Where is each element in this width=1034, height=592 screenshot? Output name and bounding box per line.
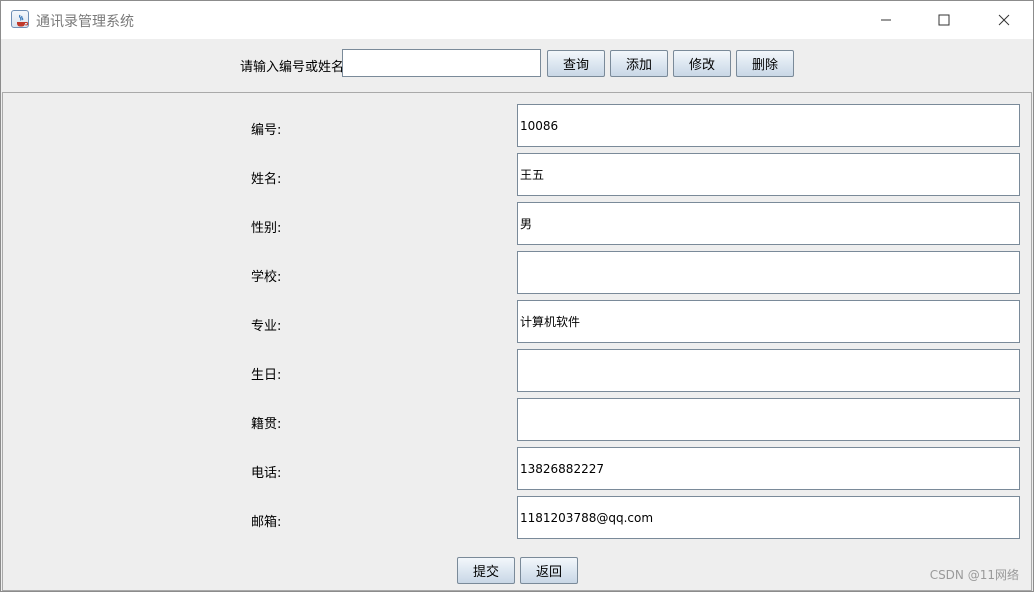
school-field[interactable] [517,251,1020,294]
email-label: 邮箱: [251,515,282,530]
add-button[interactable]: 添加 [610,50,668,77]
close-button[interactable] [981,1,1027,39]
maximize-icon [938,14,950,26]
query-button[interactable]: 查询 [547,50,605,77]
form-row-gender: 性别: [3,202,1033,246]
name-label: 姓名: [251,172,282,187]
email-field[interactable] [517,496,1020,539]
form-row-email: 邮箱: [3,496,1033,540]
form-row-birthday: 生日: [3,349,1033,393]
form-row-phone: 电话: [3,447,1033,491]
form-row-major: 专业: [3,300,1033,344]
back-button[interactable]: 返回 [520,557,578,584]
phone-label: 电话: [251,466,282,481]
search-toolbar: 请输入编号或姓名 查询 添加 修改 删除 [1,39,1033,91]
gender-label: 性别: [251,221,282,236]
form-row-school: 学校: [3,251,1033,295]
maximize-button[interactable] [921,1,967,39]
form-row-id: 编号: [3,104,1033,148]
search-label: 请输入编号或姓名 [240,60,345,75]
hometown-label: 籍贯: [251,417,282,432]
app-window: 通讯录管理系统 请输入编号或姓名 查询 添加 修改 删除 编号: 10086 姓… [0,0,1034,592]
minimize-button[interactable] [863,1,909,39]
java-app-icon [11,10,29,28]
edit-button[interactable]: 修改 [673,50,731,77]
phone-field[interactable] [517,447,1020,490]
id-label: 编号: [251,123,282,138]
contact-form-panel: 编号: 姓名: 性别: 学校: 专业: 生日: 籍贯: 电话: [2,92,1032,591]
birthday-field[interactable] [517,349,1020,392]
form-row-hometown: 籍贯: [3,398,1033,442]
major-field[interactable] [517,300,1020,343]
window-title: 通讯录管理系统 [36,14,134,30]
hometown-field[interactable] [517,398,1020,441]
birthday-label: 生日: [251,368,282,383]
school-label: 学校: [251,270,282,285]
search-input[interactable] [342,49,541,77]
form-row-name: 姓名: [3,153,1033,197]
id-field[interactable] [517,104,1020,147]
name-field[interactable] [517,153,1020,196]
submit-button[interactable]: 提交 [457,557,515,584]
title-bar[interactable]: 通讯录管理系统 [1,1,1033,39]
close-icon [998,14,1010,26]
minimize-icon [881,19,891,21]
gender-field[interactable] [517,202,1020,245]
major-label: 专业: [251,319,282,334]
delete-button[interactable]: 删除 [736,50,794,77]
csdn-watermark: CSDN @11网络 [929,568,1019,582]
